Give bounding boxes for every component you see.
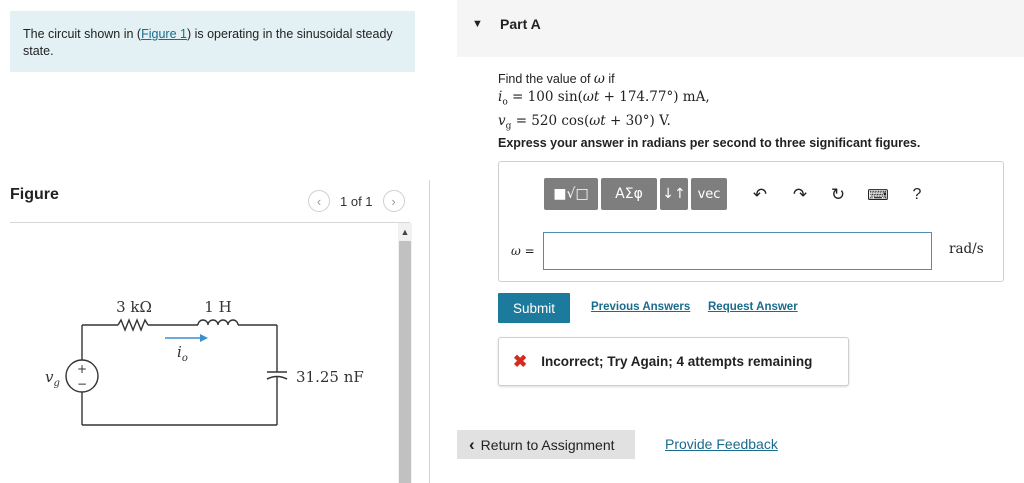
answer-input[interactable] <box>543 232 932 270</box>
undo-icon[interactable]: ↶ <box>749 184 771 206</box>
chevron-left-icon: ‹ <box>469 434 475 454</box>
question-prompt: Find the value of ω if <box>498 71 615 87</box>
source-subscript: g <box>53 378 59 389</box>
math-toolbar: ■√□ ΑΣφ ↓↑ vec <box>544 178 727 210</box>
question-text: Find the value of ω if io = 100 sin(ωt +… <box>498 70 710 135</box>
instruction: Express your answer in radians per secon… <box>498 136 921 150</box>
chevron-left-icon[interactable]: ‹ <box>308 190 330 212</box>
capacitor-label: 31.25 nF <box>296 368 364 386</box>
provide-feedback-link[interactable]: Provide Feedback <box>665 436 778 452</box>
incorrect-icon: ✖ <box>513 351 528 371</box>
resistor-label: 3 kΩ <box>116 298 152 316</box>
resistor-symbol <box>117 318 149 332</box>
equation-voltage: vg = 520 cos(ωt + 30°) V. <box>498 112 671 132</box>
redo-icon[interactable]: ↷ <box>789 184 811 206</box>
reset-icon[interactable]: ↻ <box>827 184 849 206</box>
current-label: io <box>177 343 188 364</box>
current-subscript: o <box>182 353 188 364</box>
previous-answers-link[interactable]: Previous Answers <box>591 301 690 313</box>
scroll-up-icon[interactable]: ▲ <box>398 226 412 238</box>
figure-link[interactable]: Figure 1 <box>141 27 187 41</box>
source-minus: − <box>77 377 87 391</box>
templates-button[interactable]: ■√□ <box>544 178 598 210</box>
inductor-symbol <box>197 319 239 326</box>
figure-pager: ‹ 1 of 1 › <box>308 189 405 213</box>
keyboard-icon[interactable]: ⌨ <box>867 184 889 206</box>
request-answer-link[interactable]: Request Answer <box>708 301 798 313</box>
figure-divider <box>10 222 410 223</box>
source-plus: + <box>77 362 87 376</box>
source-label: vg <box>45 368 60 389</box>
part-a-title: Part A <box>500 16 541 32</box>
feedback-box: ✖ Incorrect; Try Again; 4 attempts remai… <box>498 337 849 386</box>
intro-text-before: The circuit shown in ( <box>23 27 142 41</box>
vec-button[interactable]: vec <box>691 178 727 210</box>
figure-title: Figure <box>10 186 59 203</box>
figure-scrollbar[interactable]: ▲ <box>398 223 412 483</box>
part-a-header[interactable] <box>457 0 1024 57</box>
inductor-label: 1 H <box>204 298 231 316</box>
answer-units: rad/s <box>949 241 984 257</box>
caret-down-icon[interactable]: ▼ <box>472 18 483 30</box>
answer-label: ω = <box>511 244 535 258</box>
return-to-assignment-button[interactable]: ‹ Return to Assignment <box>457 430 635 459</box>
scroll-thumb[interactable] <box>399 241 411 483</box>
panel-divider <box>429 180 430 483</box>
equation-current: io = 100 sin(ωt + 174.77°) mA, <box>498 89 710 108</box>
page-indicator: 1 of 1 <box>340 193 373 209</box>
submit-button[interactable]: Submit <box>498 293 570 323</box>
answer-box: ■√□ ΑΣφ ↓↑ vec ↶ ↷ ↻ ⌨ ? ω = rad/s <box>498 161 1004 282</box>
problem-intro: The circuit shown in (Figure 1) is opera… <box>10 11 415 72</box>
arrows-button[interactable]: ↓↑ <box>660 178 688 210</box>
circuit-diagram: + − 3 kΩ 1 H io vg 31.25 nF <box>45 298 364 426</box>
feedback-text: Incorrect; Try Again; 4 attempts remaini… <box>541 354 813 369</box>
chevron-right-icon[interactable]: › <box>382 190 405 212</box>
return-label: Return to Assignment <box>480 436 615 453</box>
greek-button[interactable]: ΑΣφ <box>601 178 657 210</box>
help-button[interactable]: ? <box>906 184 928 206</box>
